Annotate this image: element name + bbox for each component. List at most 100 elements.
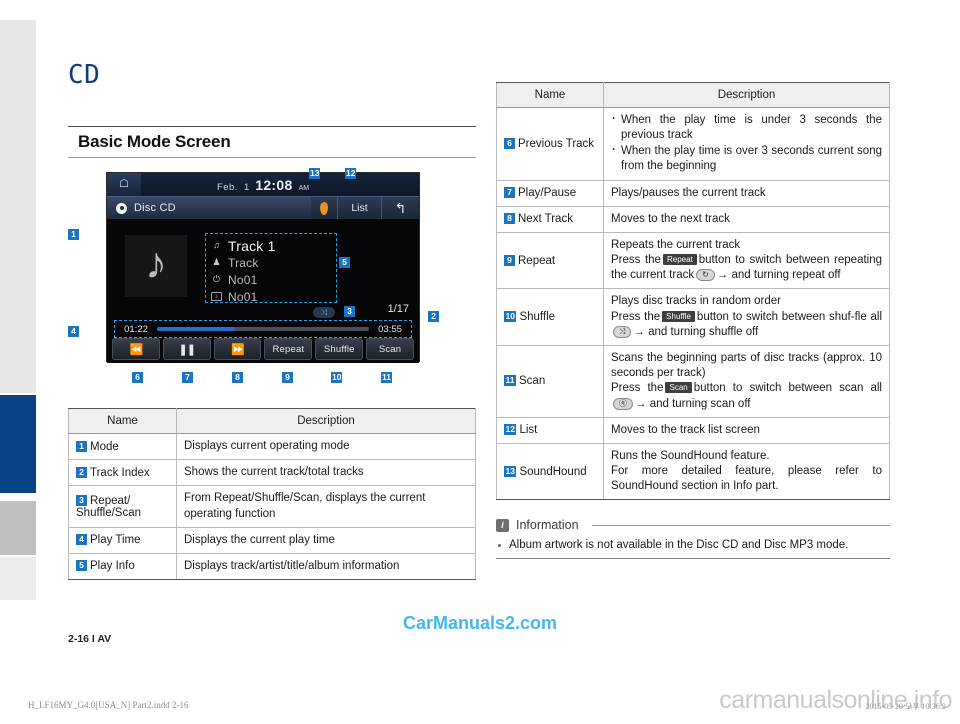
row-name-label: Repeat	[518, 254, 556, 267]
progress-zone: 01:22 03:55	[114, 320, 412, 338]
play-info-track: Track 1	[228, 237, 276, 254]
table-row: 1 Mode Displays current operating mode	[68, 432, 476, 461]
row-name-cell: 9 Repeat	[496, 231, 604, 290]
desc-line: Press the Repeat button to switch between …	[611, 253, 882, 283]
desc-tail: → and turning shuffle off	[633, 325, 759, 338]
list-button[interactable]: List	[337, 196, 381, 220]
page-folio: 2-16 I AV	[68, 633, 112, 645]
desc-pre: Press the	[611, 254, 661, 267]
information-block: i Information Album artwork is not avail…	[496, 518, 890, 560]
track-index-display: 1/17	[387, 303, 409, 315]
callout-badge: 12	[504, 424, 517, 436]
row-name-label: Play Info	[90, 560, 135, 573]
callout-badge: 7	[504, 187, 515, 199]
section-rule-bottom	[68, 157, 476, 158]
callout-11: 11	[381, 372, 392, 383]
progress-bar-fill	[157, 327, 236, 331]
manual-page: CD Basic Mode Screen ☖ Feb. 1 12:08 AM D…	[0, 0, 960, 724]
table-row: 12 List Moves to the track list screen	[496, 416, 890, 444]
callout-badge: 5	[76, 560, 87, 572]
row-name-label: Previous Track	[518, 137, 595, 150]
table-header-row: Name Description	[496, 82, 890, 108]
back-button[interactable]: ↰	[381, 196, 419, 220]
section-header: Basic Mode Screen	[68, 126, 476, 158]
desc-line: For more detailed feature, please refer …	[611, 465, 882, 493]
row-description-cell: Moves to the track list screen	[603, 416, 890, 444]
info-icon: i	[496, 518, 509, 532]
scan-button[interactable]: Scan	[366, 338, 414, 360]
column-header-name: Name	[68, 408, 177, 434]
next-icon: ⏩	[231, 343, 245, 356]
status-bar: ☖ Feb. 1 12:08 AM	[107, 173, 419, 196]
transport-controls: ⏪ ❚❚ ⏩ Repeat Shuffle Scan	[107, 338, 419, 360]
clock-day: 1	[243, 181, 250, 193]
play-pause-button[interactable]: ❚❚	[162, 338, 211, 360]
row-description-cell: Shows the current track/total tracks	[176, 459, 476, 487]
left-column: CD Basic Mode Screen ☖ Feb. 1 12:08 AM D…	[68, 62, 476, 581]
information-header: i Information	[496, 518, 890, 532]
play-info-album: No01	[228, 289, 258, 304]
title-icon: ⏻	[212, 274, 221, 284]
clock-ampm: AM	[298, 184, 310, 192]
table-row: 11 Scan Scans the beginning parts of disc…	[496, 345, 890, 418]
previous-track-button[interactable]: ⏪	[112, 338, 160, 360]
row-description-cell: Repeats the current track Press the Repea…	[603, 231, 890, 290]
artist-icon: ♟	[212, 257, 221, 267]
progress-bar[interactable]	[157, 327, 369, 331]
callout-badge: 4	[76, 534, 87, 546]
callout-1: 1	[68, 229, 79, 240]
information-item: Album artwork is not available in the Di…	[496, 539, 890, 551]
pause-icon: ❚❚	[178, 343, 196, 356]
desc-line: Runs the SoundHound feature.	[611, 449, 770, 462]
callout-12: 12	[345, 168, 357, 179]
clock-month: Feb.	[216, 181, 238, 193]
mode-title-bar: Disc CD List ↰	[107, 196, 419, 220]
information-body: Album artwork is not available in the Di…	[496, 539, 890, 560]
row-description-cell: Plays/pauses the current track	[603, 179, 890, 207]
row-name-cell: 1 Mode	[68, 432, 177, 461]
callout-badge: 2	[76, 466, 87, 478]
table-row: 6Previous Track When the play time is un…	[496, 107, 890, 181]
soundhound-icon	[320, 201, 328, 215]
edge-tab-segment-active	[0, 395, 36, 493]
repeat-button[interactable]: Repeat	[264, 338, 313, 360]
bullet-list: When the play time is under 3 seconds th…	[611, 112, 882, 175]
play-info-panel: ♫ Track 1 ♟ Track ⏻ No01 ♪ No01	[205, 233, 337, 305]
row-name-cell: 10 Shuffle	[496, 288, 604, 346]
row-name-label: Play/Pause	[518, 187, 577, 200]
edge-tab-segment-bottom	[0, 557, 36, 600]
edge-tab-segment-top	[0, 20, 36, 393]
row-name-label: Scan	[519, 375, 546, 388]
callout-9: 9	[282, 372, 293, 383]
shuffle-key-icon: Shuffle	[662, 310, 695, 322]
table-row: 13 SoundHound Runs the SoundHound feature…	[496, 442, 890, 501]
shuffle-button[interactable]: Shuffle	[315, 338, 364, 360]
soundhound-button[interactable]	[311, 196, 337, 220]
right-column: Name Description 6Previous Track When th…	[496, 82, 890, 560]
row-name-cell: 5 Play Info	[68, 552, 177, 581]
scan-pill-icon: ⓠ	[613, 397, 633, 410]
callout-5: 5	[339, 257, 350, 268]
play-info-title: No01	[228, 272, 258, 287]
table-header-row: Name Description	[68, 408, 476, 434]
row-name-cell: 4 Play Time	[68, 526, 177, 554]
play-info-row-track: ♫ Track 1	[211, 237, 336, 254]
shuffle-status-indicator: ⤨	[313, 307, 335, 318]
callout-4: 4	[68, 326, 79, 337]
callout-badge: 13	[504, 465, 517, 477]
play-info-row-title: ⏻ No01	[211, 271, 336, 288]
desc-pre: Press the	[611, 310, 661, 323]
next-track-button[interactable]: ⏩	[213, 338, 262, 360]
column-header-description: Description	[603, 82, 890, 108]
row-description-cell: Displays track/artist/title/album inform…	[176, 552, 476, 581]
home-button[interactable]: ☖	[107, 173, 141, 196]
row-name-label: List	[519, 424, 538, 437]
callout-7: 7	[182, 372, 193, 383]
row-name-cell: 13 SoundHound	[496, 442, 604, 501]
row-description-cell: When the play time is under 3 seconds th…	[603, 107, 890, 181]
row-name-label: Mode	[90, 440, 119, 453]
play-info-row-album: ♪ No01	[211, 288, 336, 305]
column-header-description: Description	[176, 408, 476, 434]
shuffle-icon: ⤨	[320, 307, 328, 317]
total-time: 03:55	[378, 323, 402, 335]
